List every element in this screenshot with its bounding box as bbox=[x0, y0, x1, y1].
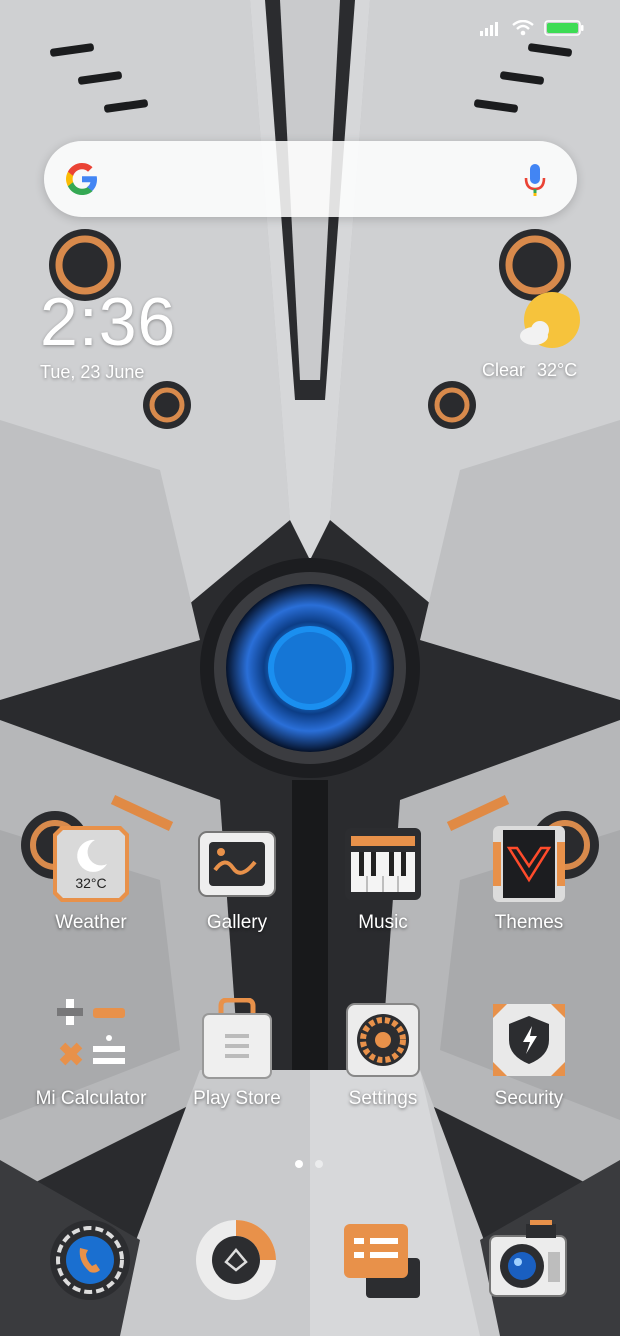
dock-camera[interactable] bbox=[486, 1218, 570, 1307]
google-search-bar[interactable] bbox=[44, 141, 577, 217]
play-store-app-icon bbox=[202, 998, 272, 1079]
gallery-app-icon bbox=[198, 831, 276, 897]
page-indicator bbox=[295, 1160, 323, 1168]
browser-app-icon bbox=[196, 1220, 276, 1300]
settings-app-icon bbox=[346, 1003, 420, 1077]
google-logo-icon bbox=[66, 163, 97, 195]
app-gallery[interactable]: Gallery bbox=[172, 822, 302, 934]
battery-icon bbox=[544, 20, 584, 36]
app-settings[interactable]: Settings bbox=[318, 998, 448, 1110]
app-label-weather: Weather bbox=[55, 912, 127, 933]
weather-app-icon: 32°C bbox=[53, 826, 129, 902]
app-themes[interactable]: Themes bbox=[464, 822, 594, 934]
dock-phone[interactable] bbox=[48, 1218, 132, 1307]
security-app-icon bbox=[493, 1004, 565, 1076]
microphone-icon[interactable] bbox=[523, 163, 547, 197]
app-label-music: Music bbox=[358, 912, 408, 933]
weather-app-badge: 32°C bbox=[75, 875, 106, 891]
app-security[interactable]: Security bbox=[464, 998, 594, 1110]
dock-messages[interactable] bbox=[340, 1218, 424, 1307]
clock-date[interactable]: Tue, 23 June bbox=[40, 362, 144, 383]
messages-app-icon bbox=[344, 1224, 420, 1298]
signal-icon bbox=[480, 22, 498, 36]
themes-app-icon bbox=[493, 826, 565, 902]
music-app-icon bbox=[345, 828, 421, 900]
app-label-gallery: Gallery bbox=[206, 912, 268, 933]
app-label-themes: Themes bbox=[494, 912, 564, 933]
app-label-play-store: Play Store bbox=[193, 1088, 281, 1109]
sun-cloud-icon[interactable] bbox=[518, 290, 582, 354]
page-dot-1[interactable] bbox=[295, 1160, 303, 1168]
app-label-security: Security bbox=[494, 1088, 564, 1109]
app-label-settings: Settings bbox=[348, 1088, 418, 1109]
camera-app-icon bbox=[489, 1220, 567, 1297]
page-dot-2[interactable] bbox=[315, 1160, 323, 1168]
weather-widget-text[interactable]: Clear 32°C bbox=[482, 360, 577, 381]
phone-app-icon bbox=[50, 1220, 130, 1300]
dock-browser[interactable] bbox=[194, 1218, 278, 1307]
calculator-app-icon bbox=[57, 999, 125, 1066]
app-music[interactable]: Music bbox=[318, 822, 448, 934]
weather-temperature: 32°C bbox=[537, 360, 578, 380]
weather-condition: Clear bbox=[482, 360, 526, 380]
app-label-mi-calculator: Mi Calculator bbox=[35, 1088, 147, 1109]
app-play-store[interactable]: Play Store bbox=[172, 998, 302, 1110]
app-weather[interactable]: 32°C Weather bbox=[26, 822, 156, 934]
clock-time[interactable]: 2:36 bbox=[40, 282, 176, 362]
app-mi-calculator[interactable]: Mi Calculator bbox=[26, 998, 156, 1110]
wifi-icon bbox=[512, 20, 534, 36]
status-bar bbox=[480, 18, 584, 38]
